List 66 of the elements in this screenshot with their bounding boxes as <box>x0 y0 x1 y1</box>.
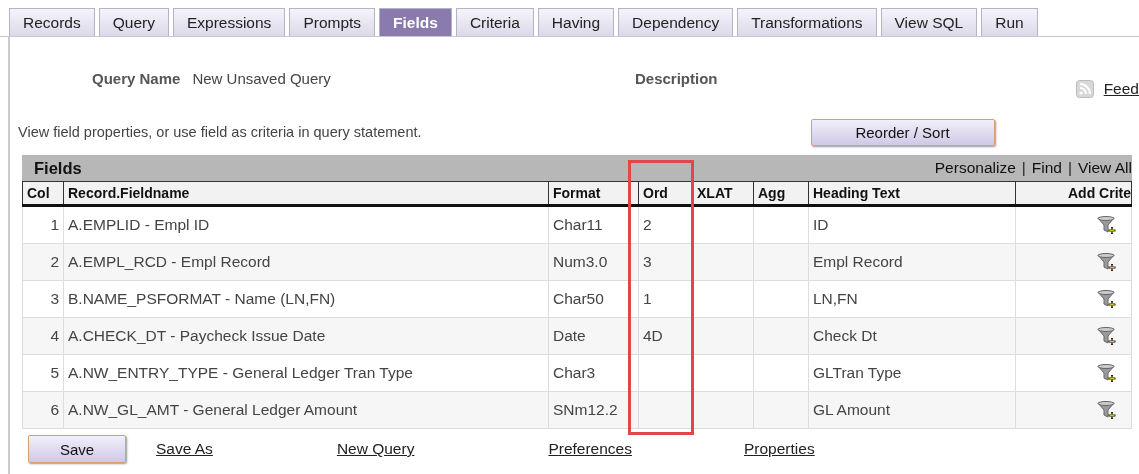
table-cell: Char11 <box>548 205 639 244</box>
separator: | <box>1021 159 1026 177</box>
table-cell: 2 <box>22 243 64 281</box>
tab[interactable]: Transformations <box>737 8 877 36</box>
add-criteria-icon[interactable] <box>1097 363 1117 383</box>
column-header: Heading Text <box>808 181 1016 206</box>
tab[interactable]: Prompts <box>289 8 376 36</box>
column-header: Ord <box>638 181 693 206</box>
table-cell: Empl Record <box>808 243 1016 281</box>
table-cell: 4D <box>638 317 693 355</box>
table-cell: 3 <box>638 243 693 281</box>
table-cell: A.NW_GL_AMT - General Ledger Amount <box>63 391 549 429</box>
add-criteria-icon[interactable] <box>1097 326 1117 346</box>
column-header: Add Crite <box>1015 181 1132 206</box>
table-cell: Check Dt <box>808 317 1016 355</box>
add-criteria-icon[interactable] <box>1097 215 1117 235</box>
footer-link[interactable]: New Query <box>336 440 415 458</box>
tab[interactable]: Dependency <box>618 8 734 36</box>
footer-link[interactable]: Save As <box>156 440 213 458</box>
column-header: Agg <box>753 181 809 206</box>
column-header: Col <box>22 181 64 206</box>
table-cell: LN,FN <box>808 280 1016 318</box>
table-cell: 5 <box>22 354 64 392</box>
add-criteria-icon[interactable] <box>1097 400 1117 420</box>
rss-icon <box>1075 80 1094 98</box>
grid-link[interactable]: Find <box>1031 159 1062 177</box>
feed-link[interactable]: Feed <box>1103 80 1139 98</box>
table-cell: A.NW_ENTRY_TYPE - General Ledger Tran Type <box>63 354 549 392</box>
tab[interactable]: Run <box>981 8 1038 36</box>
table-cell: 3 <box>22 280 64 318</box>
table-cell: 4 <box>22 317 64 355</box>
tab[interactable]: Fields <box>379 8 452 36</box>
field-label: Description <box>635 70 718 87</box>
column-header: XLAT <box>692 181 754 206</box>
table-cell: A.EMPL_RCD - Empl Record <box>63 243 549 281</box>
add-criteria-icon[interactable] <box>1097 289 1117 309</box>
tab[interactable]: Records <box>9 8 95 36</box>
grid-title: Fields <box>34 158 82 178</box>
tab[interactable]: Criteria <box>455 8 534 36</box>
footer-link[interactable]: Preferences <box>548 440 632 458</box>
table-cell: GL Amount <box>808 391 1016 429</box>
save-button[interactable]: Save <box>28 435 126 463</box>
tab[interactable]: Expressions <box>172 8 286 36</box>
column-header: Format <box>548 181 639 206</box>
grid-link[interactable]: View All <box>1078 159 1132 177</box>
query-name: New Unsaved Query <box>192 70 331 87</box>
table-cell: B.NAME_PSFORMAT - Name (LN,FN) <box>63 280 549 318</box>
add-criteria-icon[interactable] <box>1097 252 1117 272</box>
grid-link[interactable]: Personalize <box>934 159 1016 177</box>
table-cell: A.CHECK_DT - Paycheck Issue Date <box>63 317 549 355</box>
table-cell: 6 <box>22 391 64 429</box>
tab[interactable]: Query <box>98 8 169 36</box>
footer-link[interactable]: Properties <box>744 440 815 458</box>
table-cell: A.EMPLID - Empl ID <box>63 205 549 244</box>
instructions: View field properties, or use field as criteria in query statement. <box>18 124 422 142</box>
separator: | <box>1067 159 1072 177</box>
table-cell: Char50 <box>548 280 639 318</box>
table-cell: ID <box>808 205 1016 244</box>
field-label: Query Name <box>92 70 181 87</box>
tab[interactable]: Having <box>537 8 615 36</box>
tab[interactable]: View SQL <box>880 8 978 36</box>
table-cell: GLTran Type <box>808 354 1016 392</box>
column-header: Record.Fieldname <box>63 181 549 206</box>
reorder-sort-button[interactable]: Reorder / Sort <box>810 119 995 146</box>
table-cell: Char3 <box>548 354 639 392</box>
table-cell: 1 <box>22 205 64 244</box>
